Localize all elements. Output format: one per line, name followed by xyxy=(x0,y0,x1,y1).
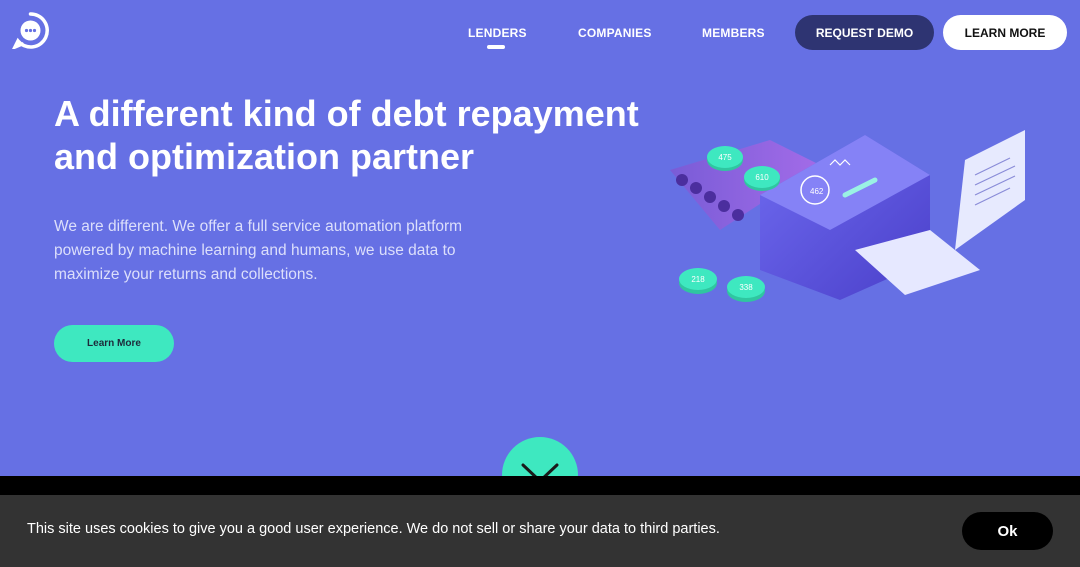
coin-value: 475 xyxy=(718,153,732,162)
coin-value: 218 xyxy=(691,275,705,284)
hero-headline: A different kind of debt repayment and o… xyxy=(54,93,639,177)
nav-lenders[interactable]: LENDERS xyxy=(468,26,527,40)
chat-logo-icon[interactable] xyxy=(11,12,49,51)
cookie-ok-button[interactable]: Ok xyxy=(962,512,1053,550)
learn-more-nav-button[interactable]: LEARN MORE xyxy=(943,15,1067,50)
debt-processing-illustration: 462 475 610 218 338 xyxy=(660,120,1040,320)
cookie-message: This site uses cookies to give you a goo… xyxy=(27,521,720,537)
nav-members[interactable]: MEMBERS xyxy=(702,26,765,40)
coin-value: 610 xyxy=(755,173,769,182)
coin-value: 338 xyxy=(739,283,753,292)
nav-companies[interactable]: COMPANIES xyxy=(578,26,652,40)
section-divider xyxy=(0,476,1080,496)
cookie-banner: This site uses cookies to give you a goo… xyxy=(0,495,1080,567)
learn-more-hero-button[interactable]: Learn More xyxy=(54,325,174,362)
nav-active-indicator xyxy=(487,45,505,49)
hero-section: LENDERS COMPANIES MEMBERS REQUEST DEMO L… xyxy=(0,0,1080,513)
hero-subtext: We are different. We offer a full servic… xyxy=(54,218,463,283)
gauge-value: 462 xyxy=(810,187,824,196)
request-demo-button[interactable]: REQUEST DEMO xyxy=(795,15,934,50)
